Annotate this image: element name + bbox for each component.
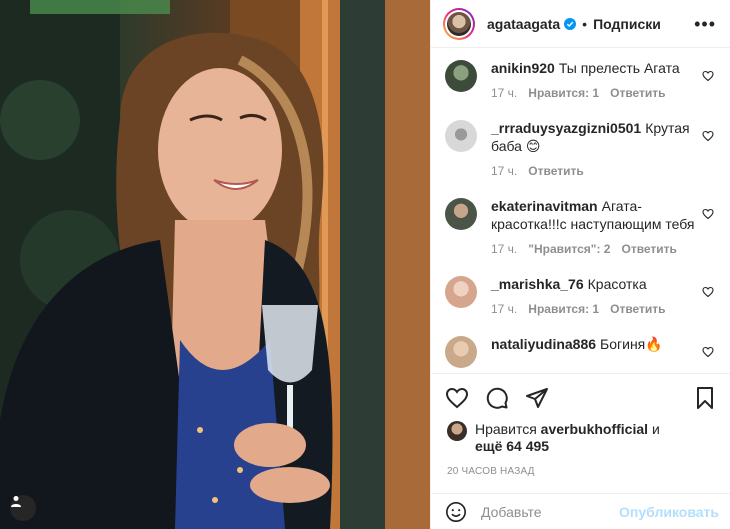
comment-likes[interactable]: Нравится: 1	[528, 86, 599, 108]
reply-button[interactable]: Ответить	[528, 164, 583, 186]
separator: •	[582, 15, 588, 32]
publish-button[interactable]: Опубликовать	[619, 504, 719, 520]
liker-username[interactable]: averbukhofficial	[541, 421, 648, 437]
comment-time[interactable]: 17 ч.	[491, 242, 517, 264]
heart-icon[interactable]	[445, 386, 469, 410]
comment-avatar[interactable]	[445, 198, 477, 230]
liker-avatar[interactable]	[447, 421, 467, 441]
comment-avatar[interactable]	[445, 276, 477, 308]
comment-time[interactable]: 17 ч.	[491, 86, 517, 108]
tagged-users-button[interactable]	[10, 495, 36, 521]
comment-item: anikin920 Ты прелесть Агата 17 ч. Нравится…	[445, 48, 714, 108]
emoji-icon[interactable]	[445, 501, 467, 523]
likes-prefix: Нравится	[475, 421, 537, 437]
comment-text: Ты прелесть Агата	[558, 60, 680, 76]
comment-likes[interactable]: "Нравится": 2	[528, 242, 610, 264]
more-icon[interactable]: •••	[694, 15, 716, 33]
comment-composer: Добавьте Опубликовать	[431, 493, 730, 529]
comment-item: _rrraduysyazgizni0501 Крутая баба 😊 17 ч.…	[445, 108, 714, 186]
comment-text: Богиня🔥	[600, 336, 663, 352]
comment-icon[interactable]	[485, 386, 509, 410]
comment-time[interactable]: 17 ч.	[491, 164, 517, 186]
reply-button[interactable]: Ответить	[610, 302, 665, 324]
post-header: agataagata • Подписки •••	[431, 0, 730, 48]
reply-button[interactable]: Ответить	[621, 242, 676, 264]
post-timestamp[interactable]: 20 ЧАСОВ НАЗАД	[431, 455, 730, 477]
verified-icon	[564, 17, 577, 30]
post-actions	[431, 373, 730, 421]
photo-illustration	[0, 0, 430, 529]
comment-username[interactable]: _marishka_76	[491, 276, 584, 292]
comment-item: _marishka_76 Красотка 17 ч. Нравится: 1 Отв…	[445, 264, 714, 324]
author-avatar[interactable]	[443, 7, 475, 40]
comment-time[interactable]: 17 ч.	[491, 302, 517, 324]
likes-count-button[interactable]: ещё 64 495	[475, 438, 549, 454]
comment-username[interactable]: ekaterinavitman	[491, 198, 598, 214]
reply-button[interactable]: Ответить	[610, 86, 665, 108]
bookmark-icon[interactable]	[694, 386, 716, 410]
comment-username[interactable]: _rrraduysyazgizni0501	[491, 120, 641, 136]
comment-avatar[interactable]	[445, 336, 477, 368]
comment-username[interactable]: nataliyudina886	[491, 336, 596, 352]
heart-icon[interactable]	[702, 130, 714, 142]
heart-icon[interactable]	[702, 346, 714, 358]
post-panel: agataagata • Подписки ••• anikin920 Ты пр…	[430, 0, 730, 529]
likes-summary: Нравится averbukhofficial и ещё 64 495	[431, 421, 730, 455]
comment-text: Красотка	[587, 276, 647, 292]
heart-icon[interactable]	[702, 70, 714, 82]
post-photo[interactable]	[0, 0, 430, 529]
author-username[interactable]: agataagata	[487, 16, 560, 32]
heart-icon[interactable]	[702, 286, 714, 298]
comment-avatar[interactable]	[445, 60, 477, 92]
heart-icon[interactable]	[702, 208, 714, 220]
comment-avatar[interactable]	[445, 120, 477, 152]
following-button[interactable]: Подписки	[593, 16, 661, 32]
share-icon[interactable]	[525, 386, 549, 410]
comment-item: nataliyudina886 Богиня🔥	[445, 324, 714, 368]
comment-likes[interactable]: Нравится: 1	[528, 302, 599, 324]
comment-item: ekaterinavitman Агата-красотка!!!с наступ…	[445, 186, 714, 264]
user-icon	[11, 496, 21, 507]
comment-username[interactable]: anikin920	[491, 60, 555, 76]
comment-input[interactable]: Добавьте	[481, 504, 542, 520]
comments-list[interactable]: anikin920 Ты прелесть Агата 17 ч. Нравится…	[431, 48, 730, 373]
likes-and: и	[651, 421, 660, 437]
